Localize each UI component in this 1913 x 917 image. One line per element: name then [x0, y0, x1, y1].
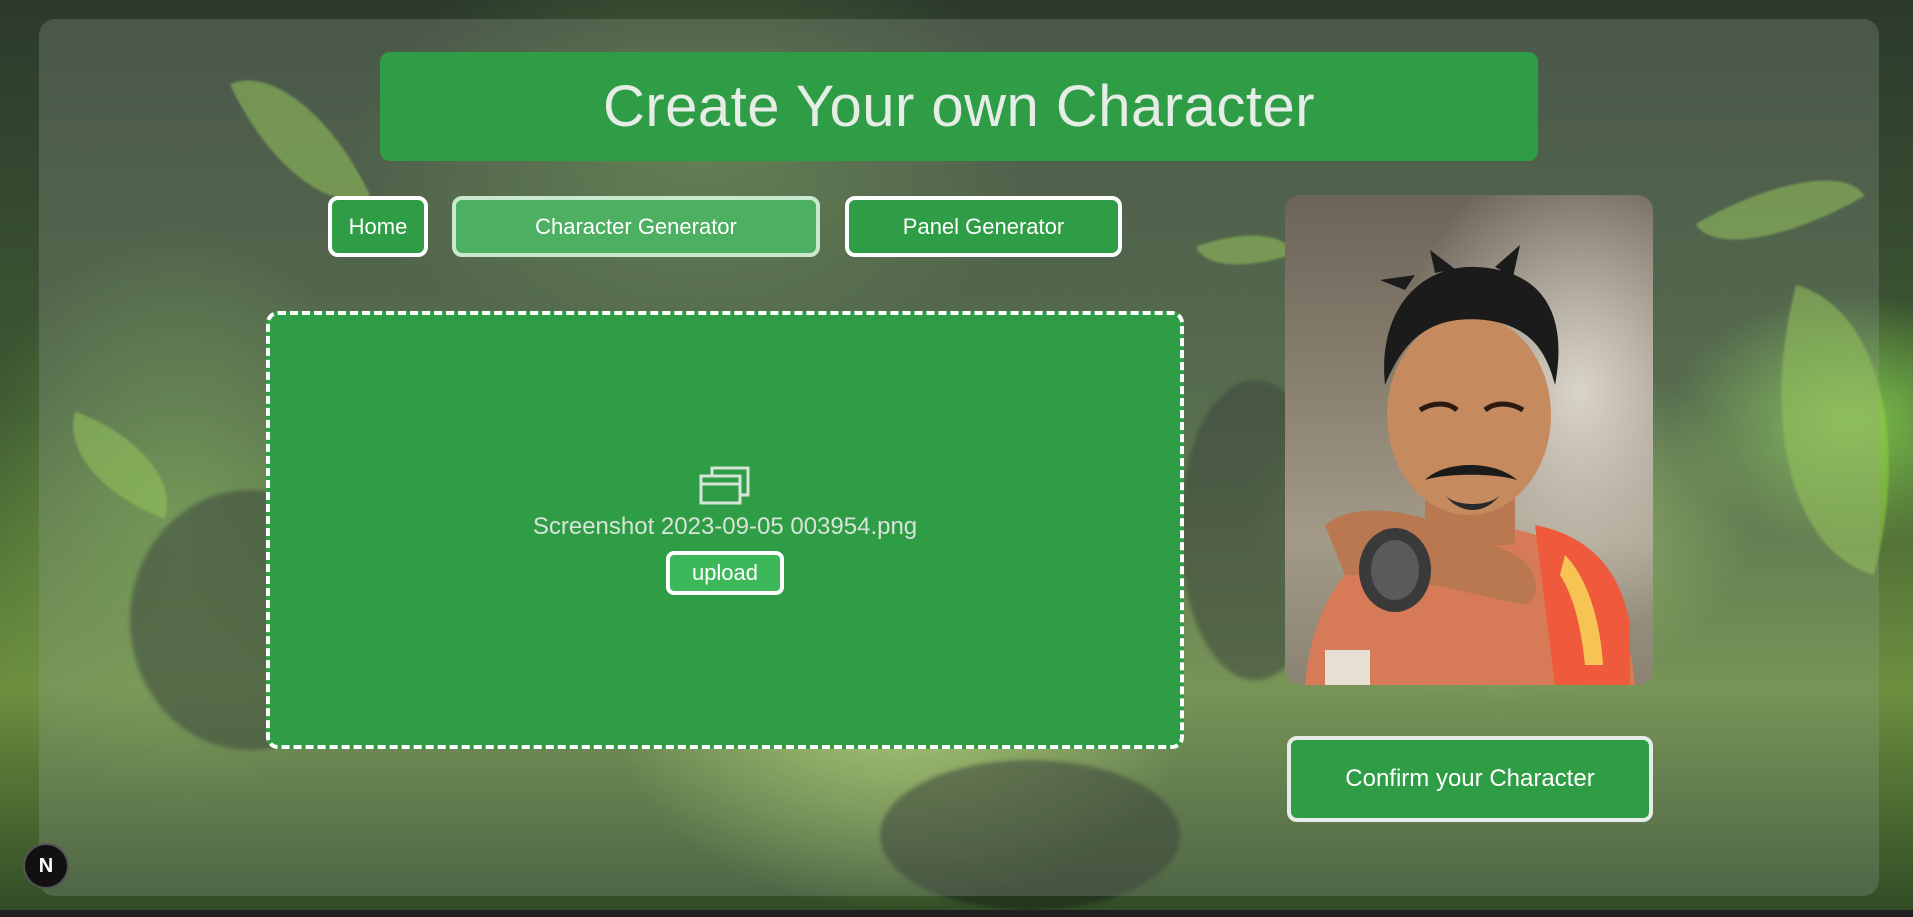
portrait-illustration: [1285, 195, 1653, 685]
selected-file-name: Screenshot 2023-09-05 003954.png: [532, 513, 918, 540]
page-title: Create Your own Character: [602, 74, 1316, 139]
n-badge-icon[interactable]: N: [23, 843, 69, 889]
nav-character-generator-button[interactable]: Character Generator: [452, 196, 820, 257]
title-banner: Create Your own Character: [380, 52, 1538, 161]
nav-home-button[interactable]: Home: [328, 196, 428, 257]
bottom-strip: [0, 910, 1913, 917]
nav-panel-generator-button[interactable]: Panel Generator: [845, 196, 1122, 257]
page: { "page": { "title": "Create Your own Ch…: [0, 0, 1913, 917]
confirm-character-button[interactable]: Confirm your Character: [1287, 736, 1653, 822]
file-drop-zone[interactable]: Screenshot 2023-09-05 003954.png upload: [266, 311, 1184, 749]
character-portrait: [1285, 195, 1653, 685]
upload-button[interactable]: upload: [665, 551, 785, 595]
folder-icon: [699, 466, 750, 505]
